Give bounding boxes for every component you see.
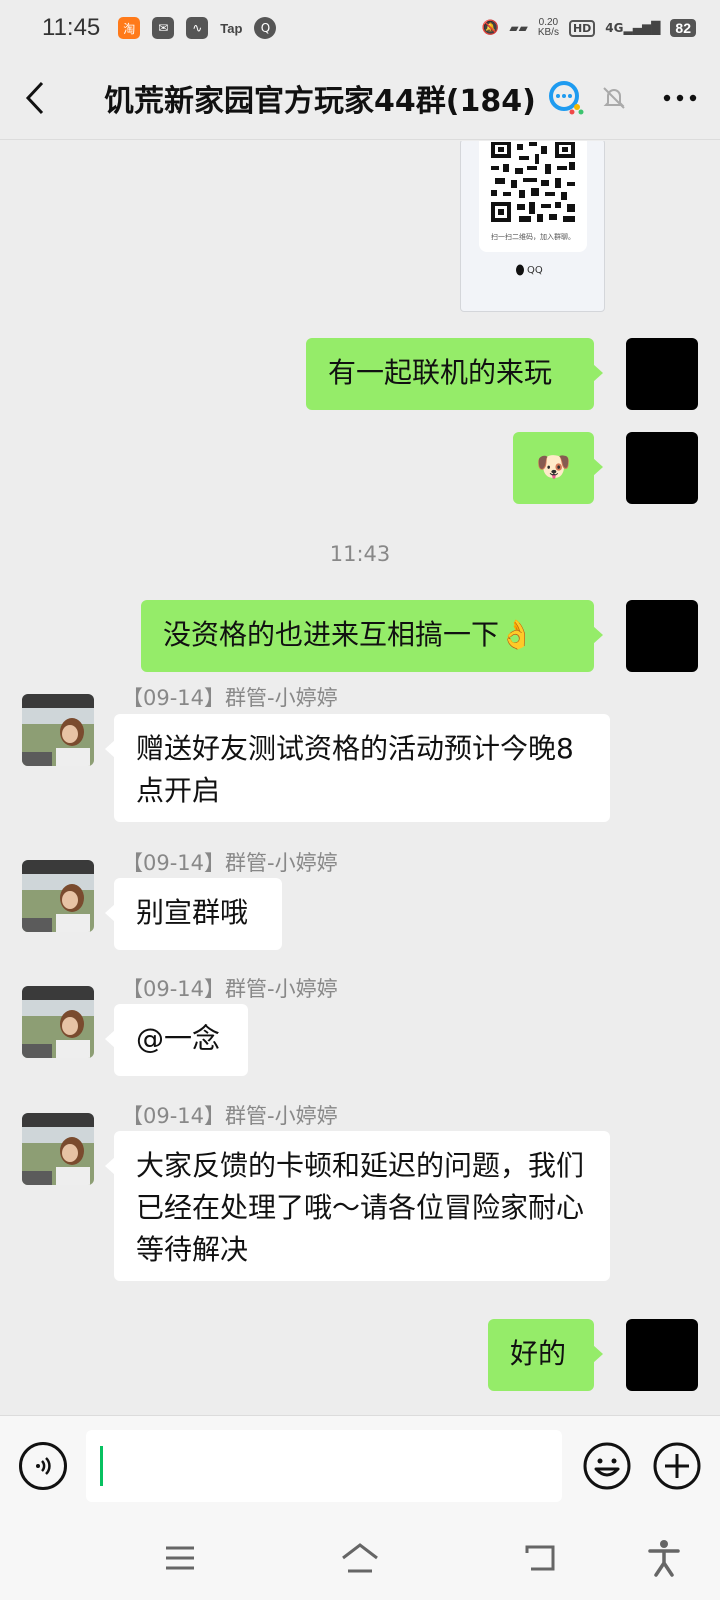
status-bar: 11:45 淘 ✉ ∿ Tap Q 🔕 ▰▰ 0.20 KB/s HD 4G▂▄… bbox=[0, 0, 720, 56]
status-app-icons: 淘 ✉ ∿ Tap Q bbox=[118, 17, 277, 39]
admin-message-bubble[interactable]: 别宣群哦 bbox=[105, 878, 282, 950]
chat-timestamp: 11:43 bbox=[329, 542, 391, 566]
menu-lines-icon bbox=[166, 1546, 194, 1570]
status-right: 🔕 ▰▰ 0.20 KB/s HD 4G▂▄▆█ 82 bbox=[482, 18, 696, 38]
qq-brand: QQ bbox=[515, 264, 543, 276]
more-options-button[interactable] bbox=[640, 56, 720, 140]
chat-messages[interactable]: 扫一扫二维码，加入群聊。 QQ 有一起联机的来玩 🐶 11:43 没资格的也进来… bbox=[0, 141, 720, 1415]
qr-caption: 扫一扫二维码，加入群聊。 bbox=[491, 233, 575, 241]
taobao-icon: 淘 bbox=[118, 17, 141, 39]
back-button[interactable] bbox=[0, 56, 70, 140]
return-icon bbox=[525, 1545, 555, 1571]
nav-menu-button[interactable] bbox=[158, 1536, 202, 1580]
accessibility-button[interactable] bbox=[642, 1536, 686, 1580]
voice-input-button[interactable] bbox=[19, 1442, 67, 1490]
message-input[interactable] bbox=[86, 1430, 562, 1502]
my-avatar[interactable] bbox=[626, 338, 698, 410]
input-bar bbox=[0, 1415, 720, 1518]
my-avatar[interactable] bbox=[626, 600, 698, 672]
battery-icon: 82 bbox=[670, 19, 696, 37]
my-avatar[interactable] bbox=[626, 1319, 698, 1391]
nav-back-button[interactable] bbox=[518, 1536, 562, 1580]
nav-home-button[interactable] bbox=[338, 1536, 382, 1580]
qr-code-panel: 扫一扫二维码，加入群聊。 bbox=[479, 141, 587, 252]
sender-name: 【09-14】群管-小婷婷 bbox=[122, 851, 338, 875]
nfc-icon: ▰▰ bbox=[509, 21, 528, 35]
my-message-bubble[interactable]: 有一起联机的来玩 bbox=[306, 338, 603, 410]
qq-penguin-icon bbox=[516, 264, 524, 276]
smiley-icon bbox=[583, 1442, 631, 1490]
status-time: 11:45 bbox=[42, 14, 101, 41]
sender-name: 【09-14】群管-小婷婷 bbox=[122, 977, 338, 1001]
feather-icon: ∿ bbox=[186, 17, 209, 39]
page-title: 饥荒新家园官方玩家44群(184) bbox=[104, 83, 536, 119]
sender-name: 【09-14】群管-小婷婷 bbox=[122, 686, 338, 710]
text-caret bbox=[100, 1446, 103, 1486]
admin-message-bubble[interactable]: 赠送好友测试资格的活动预计今晚8 点开启 bbox=[105, 714, 610, 822]
hd-icon: HD bbox=[568, 19, 596, 37]
mail-icon: ✉ bbox=[152, 17, 175, 39]
doge-emoji-icon: 🐶 bbox=[536, 450, 571, 483]
sender-name: 【09-14】群管-小婷婷 bbox=[122, 1104, 338, 1128]
admin-message-bubble[interactable]: 大家反馈的卡顿和延迟的问题，我们已经在处理了哦～请各位冒险家耐心等待解决 bbox=[105, 1131, 610, 1281]
admin-avatar[interactable] bbox=[22, 1113, 94, 1185]
admin-avatar[interactable] bbox=[22, 860, 94, 932]
more-dots-icon bbox=[663, 94, 697, 101]
my-sticker-bubble[interactable]: 🐶 bbox=[513, 432, 603, 504]
my-message-bubble[interactable]: 好的 bbox=[488, 1319, 603, 1391]
admin-message-bubble[interactable]: @一念 bbox=[105, 1004, 248, 1076]
chevron-left-icon bbox=[25, 81, 44, 114]
system-nav-bar bbox=[0, 1518, 720, 1600]
emoji-button[interactable] bbox=[582, 1441, 632, 1491]
my-avatar[interactable] bbox=[626, 432, 698, 504]
accessibility-icon bbox=[648, 1540, 680, 1577]
network-speed: 0.20 KB/s bbox=[537, 17, 559, 38]
admin-avatar[interactable] bbox=[22, 986, 94, 1058]
my-message-bubble[interactable]: 没资格的也进来互相搞一下👌 bbox=[141, 600, 603, 672]
home-icon bbox=[342, 1543, 378, 1573]
qr-code-image bbox=[489, 142, 579, 224]
admin-avatar[interactable] bbox=[22, 694, 94, 766]
signal-icon: 4G▂▄▆█ bbox=[605, 21, 661, 35]
plus-icon bbox=[653, 1442, 701, 1490]
tap-icon: Tap bbox=[220, 20, 243, 36]
q-icon: Q bbox=[254, 17, 277, 39]
qq-group-badge-icon[interactable] bbox=[546, 78, 586, 118]
voice-wave-icon bbox=[36, 1457, 51, 1475]
more-functions-button[interactable] bbox=[652, 1441, 702, 1491]
chat-header: 饥荒新家园官方玩家44群(184) bbox=[0, 56, 720, 140]
qr-code-card[interactable]: 扫一扫二维码，加入群聊。 QQ bbox=[460, 141, 605, 312]
bell-muted-icon bbox=[600, 84, 628, 112]
mute-status-icon: 🔕 bbox=[481, 20, 500, 36]
